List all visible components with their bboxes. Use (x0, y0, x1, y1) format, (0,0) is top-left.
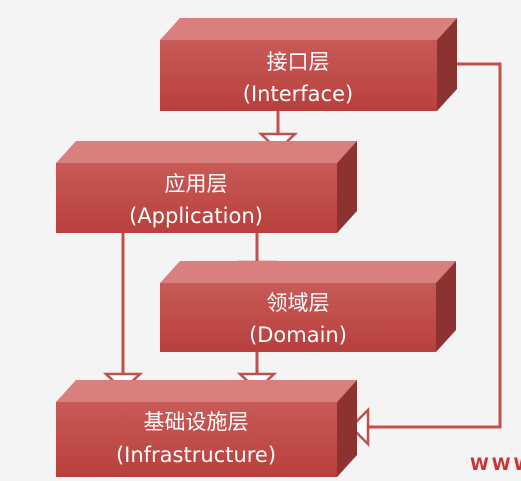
box-top-face (56, 380, 357, 402)
layer-box-application: 应用层 (Application) (56, 141, 357, 233)
layer-title-en: (Infrastructure) (116, 443, 276, 467)
box-top-face (160, 18, 457, 40)
layer-title-zh: 接口层 (267, 50, 330, 74)
layer-box-infrastructure: 基础设施层 (Infrastructure) (56, 380, 357, 477)
diagram-canvas: 接口层 (Interface) 应用层 (Application) 领域层 (D… (56, 18, 521, 477)
box-top-face (56, 141, 357, 163)
layer-title-zh: 基础设施层 (144, 410, 249, 434)
layer-title-en: (Application) (129, 204, 263, 228)
layer-title-zh: 应用层 (165, 172, 228, 196)
layer-architecture-diagram: 接口层 (Interface) 应用层 (Application) 领域层 (D… (0, 0, 521, 477)
connector-interface-infrastructure (368, 62, 502, 429)
layer-box-domain: 领域层 (Domain) (160, 261, 456, 352)
box-top-face (160, 261, 456, 283)
layer-title-en: (Interface) (243, 82, 353, 106)
connectors (121, 62, 502, 429)
layer-box-interface: 接口层 (Interface) (160, 18, 457, 111)
layer-title-zh: 领域层 (267, 291, 330, 315)
layer-title-en: (Domain) (249, 323, 347, 347)
watermark-text: WWW (470, 455, 521, 475)
